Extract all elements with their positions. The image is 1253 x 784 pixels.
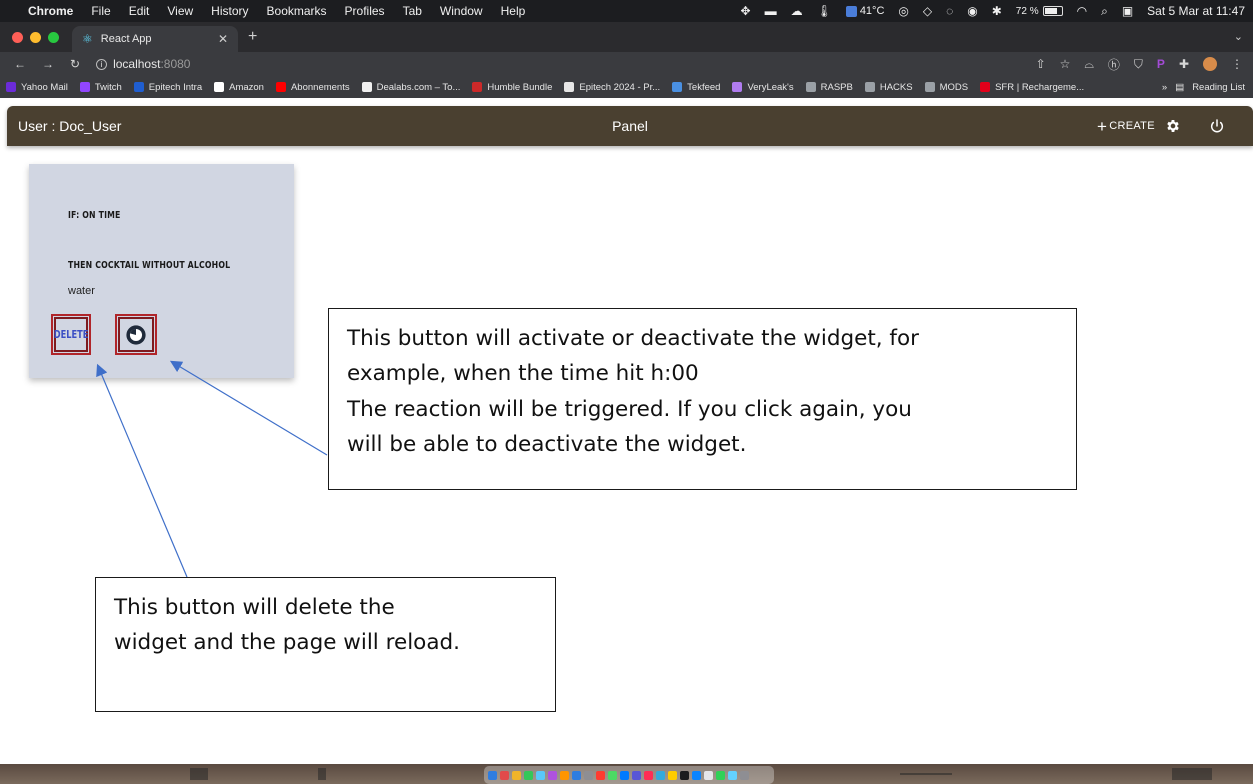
dock-app-icon[interactable] xyxy=(704,770,713,780)
dock-app-icon[interactable] xyxy=(596,770,605,780)
dock-app-icon[interactable] xyxy=(716,770,725,780)
desktop-item xyxy=(900,773,952,775)
dock-shelf xyxy=(484,766,774,784)
dock-app-icon[interactable] xyxy=(692,770,701,780)
dock-app-icon[interactable] xyxy=(536,770,545,780)
dock-app-icon[interactable] xyxy=(728,770,737,780)
dock-app-icon[interactable] xyxy=(488,770,497,780)
dock-app-icon[interactable] xyxy=(500,770,509,780)
desktop-item xyxy=(190,768,208,780)
dock-app-icon[interactable] xyxy=(644,770,653,780)
toggle-explanation-callout: This button will activate or deactivate … xyxy=(328,308,1077,490)
dock-app-icon[interactable] xyxy=(608,770,617,780)
dock-app-icon[interactable] xyxy=(524,770,533,780)
dock-app-icon[interactable] xyxy=(740,770,749,780)
macos-dock xyxy=(0,764,1253,784)
dock-app-icon[interactable] xyxy=(572,770,581,780)
dock-app-icon[interactable] xyxy=(548,770,557,780)
dock-app-icon[interactable] xyxy=(632,770,641,780)
callout-line: The reaction will be triggered. If you c… xyxy=(347,396,912,422)
desktop-item xyxy=(1172,768,1212,780)
dock-app-icon[interactable] xyxy=(620,770,629,780)
desktop-item xyxy=(318,768,326,780)
callout-line: This button will delete the xyxy=(114,595,395,620)
dock-app-icon[interactable] xyxy=(680,770,689,780)
dock-app-icon[interactable] xyxy=(668,770,677,780)
callout-line: This button will activate or deactivate … xyxy=(347,326,919,351)
callout-line: widget and the page will reload. xyxy=(114,630,460,656)
callout-line: will be able to deactivate the widget. xyxy=(347,432,747,458)
dock-app-icon[interactable] xyxy=(584,770,593,780)
dock-app-icon[interactable] xyxy=(560,770,569,780)
delete-arrow xyxy=(96,363,188,578)
dock-app-icon[interactable] xyxy=(512,770,521,780)
toggle-arrow xyxy=(169,360,328,456)
delete-explanation-callout: This button will delete the widget and t… xyxy=(95,577,556,712)
dock-app-icon[interactable] xyxy=(656,770,665,780)
callout-line: example, when the time hit h:00 xyxy=(347,361,699,387)
